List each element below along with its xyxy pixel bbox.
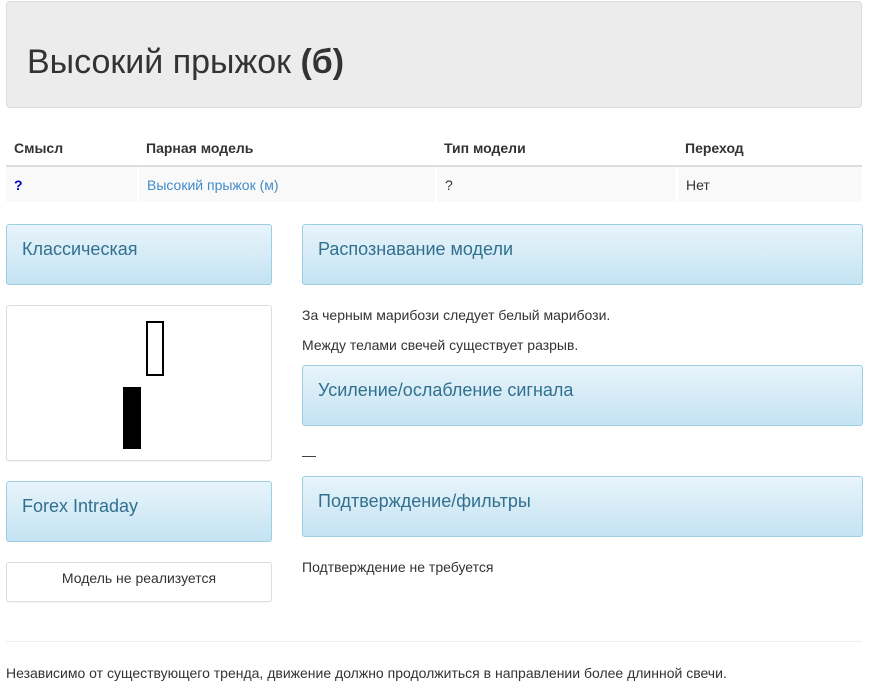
- cell-paired-model: Высокий прыжок (м): [138, 166, 437, 202]
- forex-panel-heading: Forex Intraday: [6, 481, 272, 542]
- footer-text: Независимо от существующего тренда, движ…: [6, 665, 727, 681]
- table-row: ? Высокий прыжок (м) ? Нет: [6, 166, 862, 202]
- forex-title: Forex Intraday: [22, 496, 139, 516]
- col-header-paired-model: Парная модель: [138, 130, 436, 167]
- cell-transition: Нет: [677, 166, 862, 202]
- signal-title: Усиление/ослабление сигнала: [318, 380, 574, 400]
- paired-model-link[interactable]: Высокий прыжок (м): [147, 177, 279, 193]
- confirm-text: Подтверждение не требуется: [302, 559, 494, 575]
- title-main: Высокий прыжок: [27, 43, 291, 81]
- col-header-model-type: Тип модели: [436, 130, 677, 167]
- col-header-transition: Переход: [677, 130, 862, 167]
- classic-panel-heading: Классическая: [6, 224, 272, 285]
- signal-panel-heading: Усиление/ослабление сигнала: [302, 365, 863, 426]
- col-header-meaning: Смысл: [6, 130, 138, 167]
- signal-text: —: [302, 447, 316, 463]
- classic-title: Классическая: [22, 239, 138, 259]
- meaning-link[interactable]: ?: [14, 177, 23, 193]
- pattern-info-table: Смысл Парная модель Тип модели Переход ?…: [6, 130, 862, 202]
- page-header: Высокий прыжок (б): [6, 1, 862, 108]
- recognition-line-2: Между телами свечей существует разрыв.: [302, 337, 579, 353]
- forex-text: Модель не реализуется: [61, 570, 217, 586]
- page-title: Высокий прыжок (б): [27, 42, 344, 82]
- cell-model-type: ?: [436, 166, 678, 202]
- confirm-panel-heading: Подтверждение/фильтры: [302, 476, 863, 537]
- table-header-row: Смысл Парная модель Тип модели Переход: [6, 130, 862, 167]
- recognition-line-1: За черным марибози следует белый марибоз…: [302, 307, 611, 323]
- recognition-panel-heading: Распознавание модели: [302, 224, 863, 285]
- forex-info-box: Модель не реализуется: [6, 562, 272, 602]
- confirm-title: Подтверждение/фильтры: [318, 491, 531, 511]
- title-suffix: (б): [300, 43, 345, 81]
- black-marubozu-candle: [123, 387, 141, 449]
- white-marubozu-candle: [146, 321, 164, 376]
- divider: [6, 641, 862, 642]
- recognition-title: Распознавание модели: [318, 239, 514, 259]
- candle-chart: [6, 305, 272, 461]
- cell-meaning: ?: [6, 166, 139, 202]
